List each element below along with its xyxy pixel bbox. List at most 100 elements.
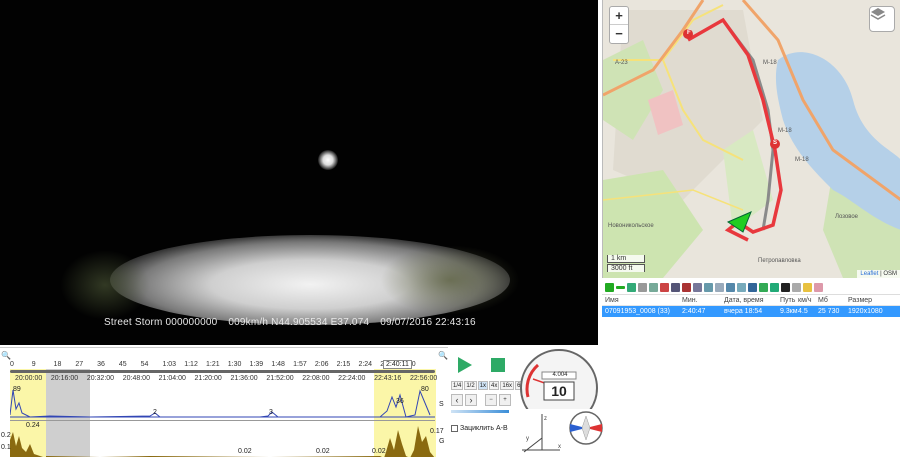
speed-graph[interactable] [10, 385, 435, 419]
marker-tick-row: 0 9 18 27 36 45 54 1:03 1:12 1:21 1:30 1:39 1:48 1:57… [10, 361, 435, 370]
table-row[interactable]: 07091953_0008 (33) 2:40:47 вчера 18:54 9… [602, 306, 900, 317]
marker-tick-label: 2:15 [336, 361, 351, 368]
window-icon[interactable] [726, 282, 735, 292]
next-frame-button[interactable]: › [465, 394, 477, 406]
time-tick-label: 22:24:00 [338, 375, 366, 382]
graph-divider [10, 420, 435, 421]
timeline-scrubber[interactable] [10, 370, 435, 373]
globe-icon[interactable] [748, 282, 757, 292]
marker-tick-label: 1:30 [227, 361, 242, 368]
speed-option-button[interactable]: 4x [489, 381, 500, 390]
zoom-plus-button[interactable]: + [499, 394, 511, 406]
file-list: Имя Мин. Дата, время Путь км/ч Мб Размер… [602, 294, 900, 457]
marker-tick-label: 9 [31, 361, 36, 368]
zoom-minus-button[interactable]: − [485, 394, 497, 406]
marker-tick-label: 1:12 [184, 361, 198, 368]
film-icon[interactable] [781, 282, 790, 292]
col-min[interactable]: Мин. [682, 295, 724, 305]
layer-icon[interactable] [770, 282, 779, 292]
marker-tick-label: 36 [97, 361, 105, 368]
time-tick-row: 20:00:00 20:16:00 20:32:00 20:48:00 21:04:00… [10, 375, 437, 384]
osd-datetime: 09/07/2016 22:43:16 [380, 317, 476, 328]
layers-icon [870, 8, 886, 20]
osm-attribution: | OSM [878, 271, 897, 277]
save-icon[interactable] [671, 282, 680, 292]
print-icon[interactable] [693, 282, 702, 292]
map-road-label: A-23 [615, 60, 628, 66]
video-distant-light [318, 150, 338, 170]
g-axis-label: G [439, 438, 445, 445]
marker-tick-label: 2:06 [314, 361, 329, 368]
cell-path: 9.3км [780, 308, 798, 315]
volume-slider[interactable] [451, 410, 509, 413]
time-tick-label: 22:43:16 [374, 375, 402, 382]
axis-icon: z x y [522, 414, 561, 453]
layers-button[interactable] [869, 6, 895, 32]
time-tick-label: 20:16:00 [50, 375, 79, 382]
time-tick-label: 20:00:00 [15, 375, 43, 382]
compass-icon [569, 411, 603, 445]
stop-icon[interactable] [491, 358, 505, 372]
crop-icon[interactable] [715, 282, 724, 292]
zoom-out-icon[interactable]: 🔍 [1, 351, 11, 360]
map-panel[interactable]: F S A-23 M-18 M-18 M-18 Новоникольское Л… [602, 0, 900, 278]
prev-frame-button[interactable]: ‹ [451, 394, 463, 406]
folder-icon[interactable] [803, 282, 812, 292]
scale-km: 1 km [607, 255, 645, 263]
speed-option-button[interactable]: 1/2 [464, 381, 477, 390]
g-value: 0.2 [1, 432, 11, 439]
zoom-in-button[interactable]: + [610, 7, 628, 25]
speed-option-button[interactable]: 1/4 [451, 381, 464, 390]
settings-icon[interactable] [792, 282, 801, 292]
cell-kmh: 4.5 [798, 308, 808, 315]
speed-value: 3 [269, 409, 273, 416]
col-path[interactable]: Путь [780, 295, 798, 305]
zoom-out-button[interactable]: − [610, 25, 628, 43]
leaflet-link[interactable]: Leaflet [860, 271, 878, 277]
delete-icon[interactable] [660, 282, 669, 292]
export-icon[interactable] [682, 282, 691, 292]
marker-tick-label: 1:48 [271, 361, 285, 368]
remove-icon[interactable] [616, 285, 625, 289]
time-tick-label: 20:48:00 [122, 375, 150, 382]
map-icon[interactable] [759, 282, 768, 292]
col-datetime[interactable]: Дата, время [724, 295, 780, 305]
file-toolbar [602, 280, 900, 294]
copy-icon[interactable] [649, 282, 658, 292]
speedometer-dial [520, 349, 598, 427]
speed-value: 36 [396, 398, 404, 405]
col-size[interactable]: Размер [848, 295, 898, 305]
col-name[interactable]: Имя [602, 295, 682, 305]
time-tick-label: 21:52:00 [266, 375, 294, 382]
clip-icon[interactable] [814, 282, 823, 292]
marker-tick-label: 1:03 [162, 361, 177, 368]
cell-size: 1920x1080 [848, 308, 883, 315]
cursor-elapsed: 2:40:11 [383, 360, 412, 369]
refresh-icon[interactable] [627, 282, 636, 292]
playback-controls: 1/41/21x4x16x64x ‹ › − + Зациклить А-В [448, 347, 529, 457]
grid-icon[interactable] [737, 282, 746, 292]
osd-device: Street Storm 000000000 [104, 317, 218, 328]
map-zoom-control: + − [609, 6, 629, 44]
speed-option-button[interactable]: 16x [500, 381, 515, 390]
ab-lock-option[interactable]: Зациклить А-В [451, 425, 508, 432]
ab-lock-label: Зациклить А-В [460, 425, 508, 432]
frame-icon[interactable] [704, 282, 713, 292]
speed-option-button[interactable]: 1x [477, 381, 489, 390]
file-list-header: Имя Мин. Дата, время Путь км/ч Мб Размер [602, 295, 900, 306]
map-road-label: M-18 [778, 128, 792, 134]
col-kmh[interactable]: км/ч [798, 295, 818, 305]
video-player[interactable]: Street Storm 000000000 009km/h N44.90553… [0, 0, 598, 345]
prev-icon[interactable] [638, 282, 647, 292]
add-icon[interactable] [605, 282, 614, 292]
col-mb[interactable]: Мб [818, 295, 848, 305]
time-tick-label: 22:08:00 [302, 375, 330, 382]
play-icon[interactable] [458, 357, 472, 373]
map-place-label: Новоникольское [608, 223, 654, 229]
zoom-in-icon[interactable]: 🔍 [438, 351, 448, 360]
time-tick-label: 21:20:00 [194, 375, 222, 382]
ab-lock-checkbox[interactable] [451, 425, 458, 432]
cell-name: 07091953_0008 (33) [605, 308, 671, 315]
timeline-panel[interactable]: 🔍 🔍 0 9 18 27 36 45 54 1:03 1:12 1:21 1:30 1:39 1:48… [0, 347, 448, 457]
time-tick-label: 21:36:00 [230, 375, 258, 382]
